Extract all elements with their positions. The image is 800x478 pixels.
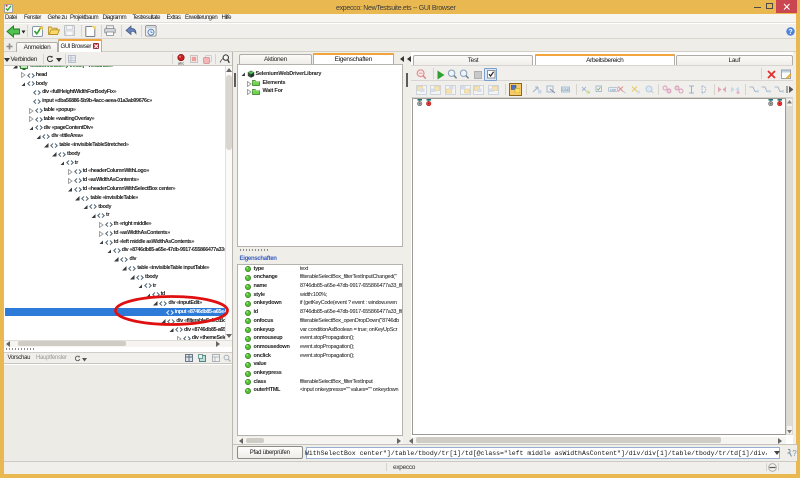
svg-text:cae: cae — [610, 87, 617, 92]
svg-text:cae: cae — [561, 87, 569, 92]
svg-text:?: ? — [792, 449, 797, 458]
svg-text:?: ? — [788, 29, 792, 36]
svg-text:abc: abc — [178, 60, 184, 65]
